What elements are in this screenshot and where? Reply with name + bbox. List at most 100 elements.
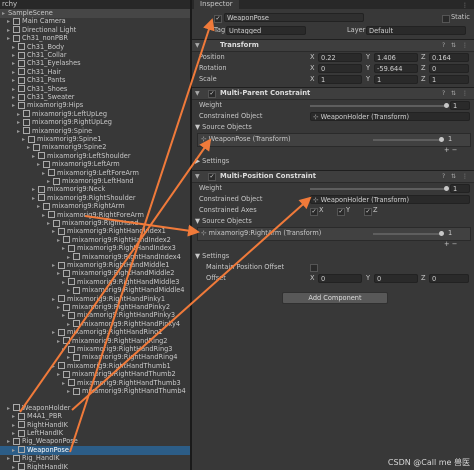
tag-dropdown[interactable]: Untagged	[226, 26, 306, 35]
hierarchy-item-label: mixamorig9:RightHandMiddle4	[82, 286, 185, 295]
fold-arrow-icon[interactable]: ▼	[195, 41, 200, 50]
gameobject-cube-icon	[58, 328, 65, 336]
gameobject-cube-icon	[73, 353, 80, 361]
multi-position-header[interactable]: ▼ ✓ Multi-Position Constraint ? ⇅ ⋮	[192, 170, 474, 183]
weight-field[interactable]: 1	[450, 184, 470, 193]
source-item[interactable]: ⊹ WeaponPose (Transform)	[201, 135, 291, 144]
transform-x-field[interactable]: 1	[318, 75, 362, 84]
inspector-tab[interactable]: Inspector ⋮	[192, 0, 474, 9]
list-add-remove-buttons[interactable]: + −	[444, 240, 457, 249]
hierarchy-item-label: WeaponHolder	[22, 403, 71, 412]
source-weight-knob[interactable]	[439, 137, 444, 142]
axis-y-label[interactable]: Y	[366, 75, 370, 84]
hierarchy-item-label: mixamorig9:Spine1	[37, 135, 102, 143]
gameobject-cube-icon	[23, 127, 30, 135]
static-checkbox[interactable]	[442, 15, 450, 23]
component-menu-icon[interactable]: ? ⇅ ⋮	[442, 41, 470, 50]
axis-z-label[interactable]: Z	[421, 64, 426, 73]
weight-slider-knob[interactable]	[444, 186, 449, 191]
constrained-object-label: Constrained Object	[199, 112, 263, 120]
inspector-menu-icon[interactable]: ⋮	[462, 1, 470, 10]
source-weight-slider[interactable]	[373, 233, 441, 235]
gameobject-cube-icon	[43, 160, 50, 168]
hierarchy-item-label: RightHandIK	[27, 462, 68, 470]
multi-parent-title: Multi-Parent Constraint	[220, 89, 311, 97]
list-add-remove-buttons[interactable]: + −	[444, 146, 457, 155]
hierarchy-item-label: mixamorig9:Spine	[32, 126, 93, 135]
layer-dropdown[interactable]: Default	[366, 26, 466, 35]
constrained-object-field[interactable]: ⊹ WeaponHolder (Transform)	[310, 195, 470, 204]
constrained-object-value: WeaponHolder (Transform)	[320, 196, 410, 204]
multi-parent-header[interactable]: ▼ ✓ Multi-Parent Constraint ? ⇅ ⋮	[192, 87, 474, 100]
axis-y-label[interactable]: Y	[366, 53, 370, 62]
gameobject-cube-icon	[13, 34, 20, 42]
settings-foldout[interactable]: ▼ Settings	[195, 252, 229, 261]
transform-y-field[interactable]: 1	[374, 75, 418, 84]
weight-field[interactable]: 1	[450, 101, 470, 110]
hierarchy-item-label: mixamorig9:RightHandIndex2	[72, 235, 171, 244]
weight-slider-knob[interactable]	[444, 103, 449, 108]
axis-z-checkbox[interactable]: ✓	[364, 208, 372, 216]
axis-z-label[interactable]: Z	[421, 75, 426, 84]
fold-arrow-icon[interactable]: ▼	[195, 89, 200, 98]
axis-y-checkbox[interactable]: ✓	[337, 208, 345, 216]
active-checkbox[interactable]: ✓	[214, 15, 222, 23]
offset-x-field[interactable]: 0	[318, 274, 362, 283]
transform-header[interactable]: ▼ Transform ? ⇅ ⋮	[192, 39, 474, 52]
transform-z-field[interactable]: 1	[429, 75, 469, 84]
gameobject-cube-icon	[63, 303, 70, 311]
source-weight-knob[interactable]	[439, 231, 444, 236]
gameobject-cube-icon	[18, 68, 25, 76]
hierarchy-panel: rchy ▸ SampleScene ▸ Main Camera ▸ Directiona…	[0, 0, 190, 470]
axis-y-label[interactable]: Y	[366, 64, 370, 73]
hierarchy-item-label: Ch31_Collar	[27, 51, 67, 59]
gameobject-cube-icon	[43, 202, 50, 210]
axis-x-label[interactable]: X	[310, 75, 315, 84]
hierarchy-item-label: mixamorig9:Spine2	[42, 143, 107, 152]
gameobject-cube-icon	[68, 244, 75, 252]
source-weight-slider[interactable]	[373, 139, 441, 141]
transform-z-field[interactable]: 0.164	[429, 53, 469, 62]
gameobject-cube-icon	[58, 295, 65, 303]
axis-x-label[interactable]: X	[310, 53, 315, 62]
gameobject-cube-icon	[23, 118, 30, 126]
weight-slider-track[interactable]	[310, 188, 446, 190]
source-weight-value[interactable]: 1	[448, 135, 452, 144]
hierarchy-item-label: mixamorig9:RightHandMiddle3	[77, 277, 180, 286]
source-objects-text: Source Objects	[202, 217, 252, 225]
gameobject-cube-icon	[63, 236, 70, 244]
transform-row-label: Rotation	[199, 64, 227, 72]
gameobject-cube-icon	[13, 437, 20, 445]
component-enabled-checkbox[interactable]: ✓	[208, 173, 216, 181]
hierarchy-item-label: mixamorig9:RightHandIndex1	[67, 227, 166, 236]
fold-arrow-icon[interactable]: ▼	[195, 172, 200, 181]
transform-x-field[interactable]: 0.22	[318, 53, 362, 62]
constrained-object-field[interactable]: ⊹ WeaponHolder (Transform)	[310, 112, 470, 121]
gameobject-cube-icon	[58, 261, 65, 269]
hierarchy-item-label: mixamorig9:Neck	[47, 185, 106, 194]
transform-y-field[interactable]: -59.644	[374, 64, 418, 73]
source-item[interactable]: ⊹ mixamorig9:RightArm (Transform)	[201, 229, 321, 238]
tag-label: Tag	[214, 26, 226, 34]
axis-x-label[interactable]: X	[310, 64, 315, 73]
source-weight-value[interactable]: 1	[448, 229, 452, 238]
source-item-label: mixamorig9:RightArm (Transform)	[208, 229, 322, 237]
add-component-button[interactable]: Add Component	[282, 292, 388, 304]
offset-y-field[interactable]: 0	[374, 274, 418, 283]
offset-y-axis: Y	[366, 274, 371, 282]
weight-slider-track[interactable]	[310, 105, 446, 107]
offset-z-field[interactable]: 0	[429, 274, 469, 283]
object-name-field[interactable]: WeaponPose	[224, 13, 364, 22]
axis-x-checkbox[interactable]: ✓	[310, 208, 318, 216]
transform-x-field[interactable]: 0	[318, 64, 362, 73]
transform-y-field[interactable]: 1.406	[374, 53, 418, 62]
component-menu-icon[interactable]: ? ⇅ ⋮	[442, 172, 470, 181]
component-menu-icon[interactable]: ? ⇅ ⋮	[442, 89, 470, 98]
transform-z-field[interactable]: 0	[429, 64, 469, 73]
axis-z-label[interactable]: Z	[421, 53, 426, 62]
constrained-axes-label: Constrained Axes	[199, 206, 257, 214]
component-enabled-checkbox[interactable]: ✓	[208, 90, 216, 98]
hierarchy-item[interactable]: ▸ RightHandIK	[0, 463, 190, 470]
settings-foldout[interactable]: ▶ Settings	[195, 157, 229, 166]
maintain-offset-checkbox[interactable]	[310, 264, 318, 272]
